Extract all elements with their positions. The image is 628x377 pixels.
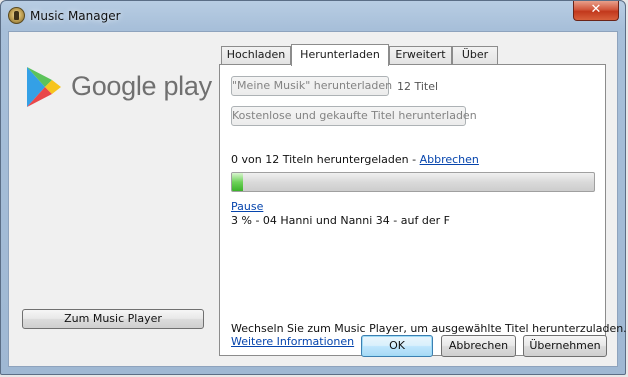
download-status: 0 von 12 Titeln heruntergeladen - Abbrec… xyxy=(231,153,479,166)
google-play-triangle-icon xyxy=(27,67,61,107)
cancel-download-link[interactable]: Abbrechen xyxy=(420,153,479,166)
close-button[interactable]: ✕ xyxy=(573,1,619,21)
ok-button[interactable]: OK xyxy=(361,335,433,357)
download-status-text: 0 von 12 Titeln heruntergeladen - xyxy=(231,153,420,166)
logo-text: Google play xyxy=(71,71,212,101)
tab-erweitert[interactable]: Erweitert xyxy=(389,46,452,64)
info-text: Wechseln Sie zum Music Player, um ausgew… xyxy=(231,322,627,335)
title-bar[interactable]: Music Manager ✕ xyxy=(1,1,625,31)
pause-link[interactable]: Pause xyxy=(231,200,263,213)
current-track-status: 3 % - 04 Hanni und Nanni 34 - auf der F xyxy=(231,214,450,227)
tab-herunterladen[interactable]: Herunterladen xyxy=(291,44,389,66)
more-info-link[interactable]: Weitere Informationen xyxy=(231,335,354,348)
music-manager-window: Music Manager ✕ Google play Zum Music Pl… xyxy=(0,0,627,375)
window-title: Music Manager xyxy=(30,9,121,23)
headphones-app-icon xyxy=(8,7,25,24)
download-progress-fill xyxy=(232,173,243,191)
apply-button[interactable]: Übernehmen xyxy=(523,335,607,357)
dialog-client-area: Google play Zum Music Player Hochladen H… xyxy=(8,31,627,367)
download-progress-bar xyxy=(231,172,595,192)
my-music-count: 12 Titel xyxy=(397,80,439,93)
google-play-logo: Google play xyxy=(25,64,215,114)
music-player-button[interactable]: Zum Music Player xyxy=(22,309,204,329)
tab-hochladen[interactable]: Hochladen xyxy=(221,46,291,64)
tab-ueber[interactable]: Über xyxy=(452,46,498,64)
download-my-music-button[interactable]: "Meine Musik" herunterladen xyxy=(231,76,392,96)
cancel-button[interactable]: Abbrechen xyxy=(441,335,516,357)
download-tab-panel: "Meine Musik" herunterladen 12 Titel Kos… xyxy=(219,64,627,356)
download-free-purchased-button[interactable]: Kostenlose und gekaufte Titel herunterla… xyxy=(231,106,477,126)
